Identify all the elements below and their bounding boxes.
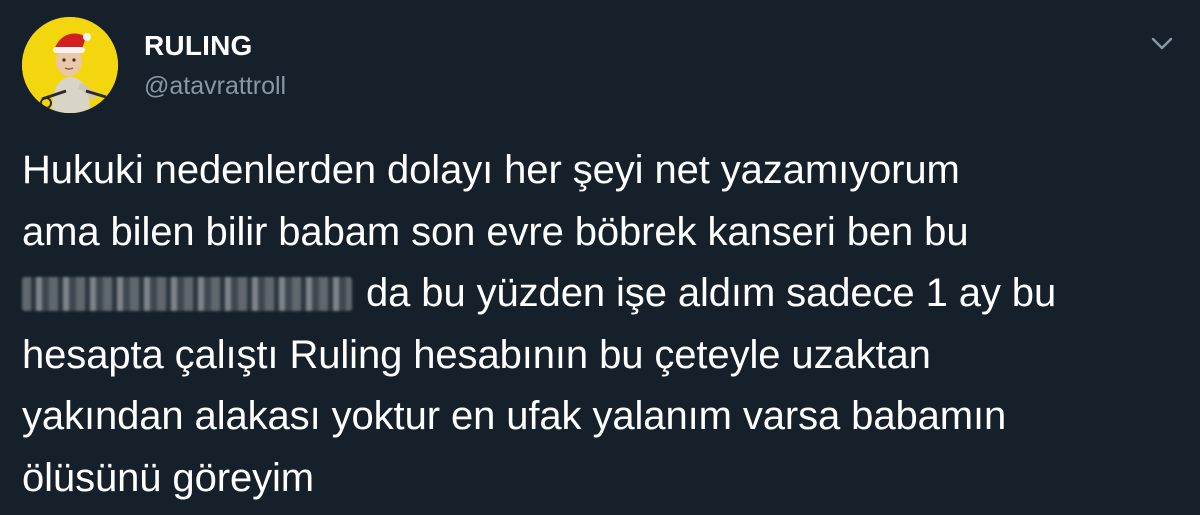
tweet-text-line: hesapta çalıştı Ruling hesabının bu çete…: [22, 332, 931, 377]
chevron-down-icon: [1151, 37, 1173, 50]
tweet-header: RULING @atavrattroll: [22, 17, 1182, 117]
tweet-text-line: ölüsünü göreyim: [22, 455, 314, 500]
tweet-menu-button[interactable]: [1144, 29, 1180, 59]
author-display-name[interactable]: RULING: [144, 29, 286, 63]
author-block: RULING @atavrattroll: [144, 29, 286, 103]
tweet-text-segment: da bu yüzden işe aldım sadece 1 ay bu: [366, 271, 1057, 315]
tweet-text-line: da bu yüzden işe aldım sadece 1 ay bu: [22, 263, 1182, 325]
tweet-card: RULING @atavrattroll Hukuki nedenlerden …: [0, 0, 1200, 515]
avatar[interactable]: [22, 17, 118, 113]
tweet-text-line: ama bilen bilir babam son evre böbrek ka…: [22, 209, 969, 254]
tweet-text-line: Hukuki nedenlerden dolayı her şeyi net y…: [22, 148, 960, 192]
author-handle[interactable]: @atavrattroll: [144, 69, 286, 103]
redacted-blur: [22, 277, 352, 311]
tweet-text: Hukuki nedenlerden dolayı her şeyi net y…: [22, 140, 1182, 509]
avatar-photo-icon: [22, 17, 118, 113]
tweet-text-line: yakından alakası yoktur en ufak yalanım …: [22, 394, 1007, 438]
